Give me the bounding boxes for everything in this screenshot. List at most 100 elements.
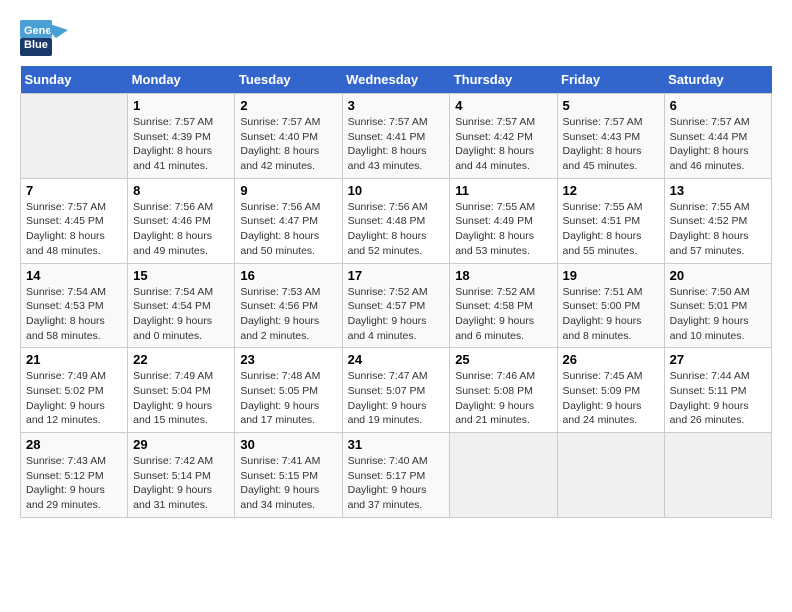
day-number: 7 xyxy=(26,183,122,198)
calendar-cell: 4 Sunrise: 7:57 AM Sunset: 4:42 PM Dayli… xyxy=(450,94,557,179)
sunset-label: Sunset: 4:49 PM xyxy=(455,215,533,227)
day-number: 26 xyxy=(563,352,659,367)
daylight-label: Daylight: 8 hours and 43 minutes. xyxy=(348,145,427,172)
sunrise-label: Sunrise: 7:57 AM xyxy=(348,116,428,128)
calendar-cell: 31 Sunrise: 7:40 AM Sunset: 5:17 PM Dayl… xyxy=(342,433,450,518)
sunset-label: Sunset: 4:43 PM xyxy=(563,131,641,143)
day-number: 4 xyxy=(455,98,551,113)
sunset-label: Sunset: 5:09 PM xyxy=(563,385,641,397)
day-number: 20 xyxy=(670,268,766,283)
sunset-label: Sunset: 4:40 PM xyxy=(240,131,318,143)
logo-icon: General Blue xyxy=(20,20,68,56)
sunset-label: Sunset: 4:39 PM xyxy=(133,131,211,143)
calendar-week-3: 14 Sunrise: 7:54 AM Sunset: 4:53 PM Dayl… xyxy=(21,263,772,348)
sunset-label: Sunset: 5:15 PM xyxy=(240,470,318,482)
sunrise-label: Sunrise: 7:57 AM xyxy=(563,116,643,128)
day-number: 18 xyxy=(455,268,551,283)
calendar-cell xyxy=(557,433,664,518)
daylight-label: Daylight: 9 hours and 19 minutes. xyxy=(348,400,427,427)
sunrise-label: Sunrise: 7:52 AM xyxy=(455,286,535,298)
calendar-week-1: 1 Sunrise: 7:57 AM Sunset: 4:39 PM Dayli… xyxy=(21,94,772,179)
daylight-label: Daylight: 8 hours and 58 minutes. xyxy=(26,315,105,342)
sunrise-label: Sunrise: 7:52 AM xyxy=(348,286,428,298)
calendar-cell: 25 Sunrise: 7:46 AM Sunset: 5:08 PM Dayl… xyxy=(450,348,557,433)
page-header: General Blue xyxy=(20,20,772,56)
day-info: Sunrise: 7:43 AM Sunset: 5:12 PM Dayligh… xyxy=(26,454,122,513)
daylight-label: Daylight: 8 hours and 42 minutes. xyxy=(240,145,319,172)
daylight-label: Daylight: 9 hours and 29 minutes. xyxy=(26,484,105,511)
day-info: Sunrise: 7:46 AM Sunset: 5:08 PM Dayligh… xyxy=(455,369,551,428)
sunset-label: Sunset: 5:07 PM xyxy=(348,385,426,397)
sunset-label: Sunset: 4:57 PM xyxy=(348,300,426,312)
daylight-label: Daylight: 9 hours and 24 minutes. xyxy=(563,400,642,427)
sunrise-label: Sunrise: 7:55 AM xyxy=(455,201,535,213)
day-number: 29 xyxy=(133,437,229,452)
column-header-thursday: Thursday xyxy=(450,66,557,94)
sunrise-label: Sunrise: 7:42 AM xyxy=(133,455,213,467)
sunrise-label: Sunrise: 7:44 AM xyxy=(670,370,750,382)
sunset-label: Sunset: 5:04 PM xyxy=(133,385,211,397)
column-header-friday: Friday xyxy=(557,66,664,94)
day-number: 8 xyxy=(133,183,229,198)
day-number: 23 xyxy=(240,352,336,367)
day-number: 2 xyxy=(240,98,336,113)
sunrise-label: Sunrise: 7:53 AM xyxy=(240,286,320,298)
calendar-cell: 14 Sunrise: 7:54 AM Sunset: 4:53 PM Dayl… xyxy=(21,263,128,348)
sunrise-label: Sunrise: 7:49 AM xyxy=(133,370,213,382)
calendar-header: SundayMondayTuesdayWednesdayThursdayFrid… xyxy=(21,66,772,94)
day-info: Sunrise: 7:56 AM Sunset: 4:48 PM Dayligh… xyxy=(348,200,445,259)
calendar-cell: 24 Sunrise: 7:47 AM Sunset: 5:07 PM Dayl… xyxy=(342,348,450,433)
sunrise-label: Sunrise: 7:56 AM xyxy=(133,201,213,213)
sunrise-label: Sunrise: 7:57 AM xyxy=(240,116,320,128)
day-info: Sunrise: 7:52 AM Sunset: 4:57 PM Dayligh… xyxy=(348,285,445,344)
calendar-cell: 23 Sunrise: 7:48 AM Sunset: 5:05 PM Dayl… xyxy=(235,348,342,433)
calendar-cell: 13 Sunrise: 7:55 AM Sunset: 4:52 PM Dayl… xyxy=(664,178,771,263)
sunrise-label: Sunrise: 7:40 AM xyxy=(348,455,428,467)
sunrise-label: Sunrise: 7:47 AM xyxy=(348,370,428,382)
column-header-tuesday: Tuesday xyxy=(235,66,342,94)
day-info: Sunrise: 7:47 AM Sunset: 5:07 PM Dayligh… xyxy=(348,369,445,428)
sunrise-label: Sunrise: 7:56 AM xyxy=(348,201,428,213)
logo: General Blue xyxy=(20,20,68,56)
calendar-cell xyxy=(664,433,771,518)
day-info: Sunrise: 7:50 AM Sunset: 5:01 PM Dayligh… xyxy=(670,285,766,344)
day-number: 6 xyxy=(670,98,766,113)
column-header-monday: Monday xyxy=(128,66,235,94)
calendar-cell: 12 Sunrise: 7:55 AM Sunset: 4:51 PM Dayl… xyxy=(557,178,664,263)
daylight-label: Daylight: 8 hours and 41 minutes. xyxy=(133,145,212,172)
calendar-cell: 28 Sunrise: 7:43 AM Sunset: 5:12 PM Dayl… xyxy=(21,433,128,518)
day-number: 31 xyxy=(348,437,445,452)
calendar-cell: 1 Sunrise: 7:57 AM Sunset: 4:39 PM Dayli… xyxy=(128,94,235,179)
daylight-label: Daylight: 9 hours and 2 minutes. xyxy=(240,315,319,342)
day-info: Sunrise: 7:55 AM Sunset: 4:51 PM Dayligh… xyxy=(563,200,659,259)
sunset-label: Sunset: 5:00 PM xyxy=(563,300,641,312)
calendar-week-2: 7 Sunrise: 7:57 AM Sunset: 4:45 PM Dayli… xyxy=(21,178,772,263)
sunset-label: Sunset: 5:12 PM xyxy=(26,470,104,482)
day-info: Sunrise: 7:41 AM Sunset: 5:15 PM Dayligh… xyxy=(240,454,336,513)
daylight-label: Daylight: 9 hours and 31 minutes. xyxy=(133,484,212,511)
day-info: Sunrise: 7:53 AM Sunset: 4:56 PM Dayligh… xyxy=(240,285,336,344)
sunrise-label: Sunrise: 7:45 AM xyxy=(563,370,643,382)
sunset-label: Sunset: 4:58 PM xyxy=(455,300,533,312)
calendar-cell: 5 Sunrise: 7:57 AM Sunset: 4:43 PM Dayli… xyxy=(557,94,664,179)
daylight-label: Daylight: 8 hours and 45 minutes. xyxy=(563,145,642,172)
calendar-cell: 27 Sunrise: 7:44 AM Sunset: 5:11 PM Dayl… xyxy=(664,348,771,433)
daylight-label: Daylight: 8 hours and 53 minutes. xyxy=(455,230,534,257)
daylight-label: Daylight: 9 hours and 15 minutes. xyxy=(133,400,212,427)
daylight-label: Daylight: 9 hours and 34 minutes. xyxy=(240,484,319,511)
sunset-label: Sunset: 5:17 PM xyxy=(348,470,426,482)
day-number: 13 xyxy=(670,183,766,198)
day-info: Sunrise: 7:54 AM Sunset: 4:54 PM Dayligh… xyxy=(133,285,229,344)
day-info: Sunrise: 7:56 AM Sunset: 4:46 PM Dayligh… xyxy=(133,200,229,259)
daylight-label: Daylight: 8 hours and 55 minutes. xyxy=(563,230,642,257)
day-number: 12 xyxy=(563,183,659,198)
column-header-sunday: Sunday xyxy=(21,66,128,94)
daylight-label: Daylight: 9 hours and 0 minutes. xyxy=(133,315,212,342)
sunrise-label: Sunrise: 7:43 AM xyxy=(26,455,106,467)
sunset-label: Sunset: 5:14 PM xyxy=(133,470,211,482)
column-header-wednesday: Wednesday xyxy=(342,66,450,94)
sunrise-label: Sunrise: 7:55 AM xyxy=(563,201,643,213)
sunrise-label: Sunrise: 7:57 AM xyxy=(455,116,535,128)
daylight-label: Daylight: 8 hours and 50 minutes. xyxy=(240,230,319,257)
sunrise-label: Sunrise: 7:51 AM xyxy=(563,286,643,298)
